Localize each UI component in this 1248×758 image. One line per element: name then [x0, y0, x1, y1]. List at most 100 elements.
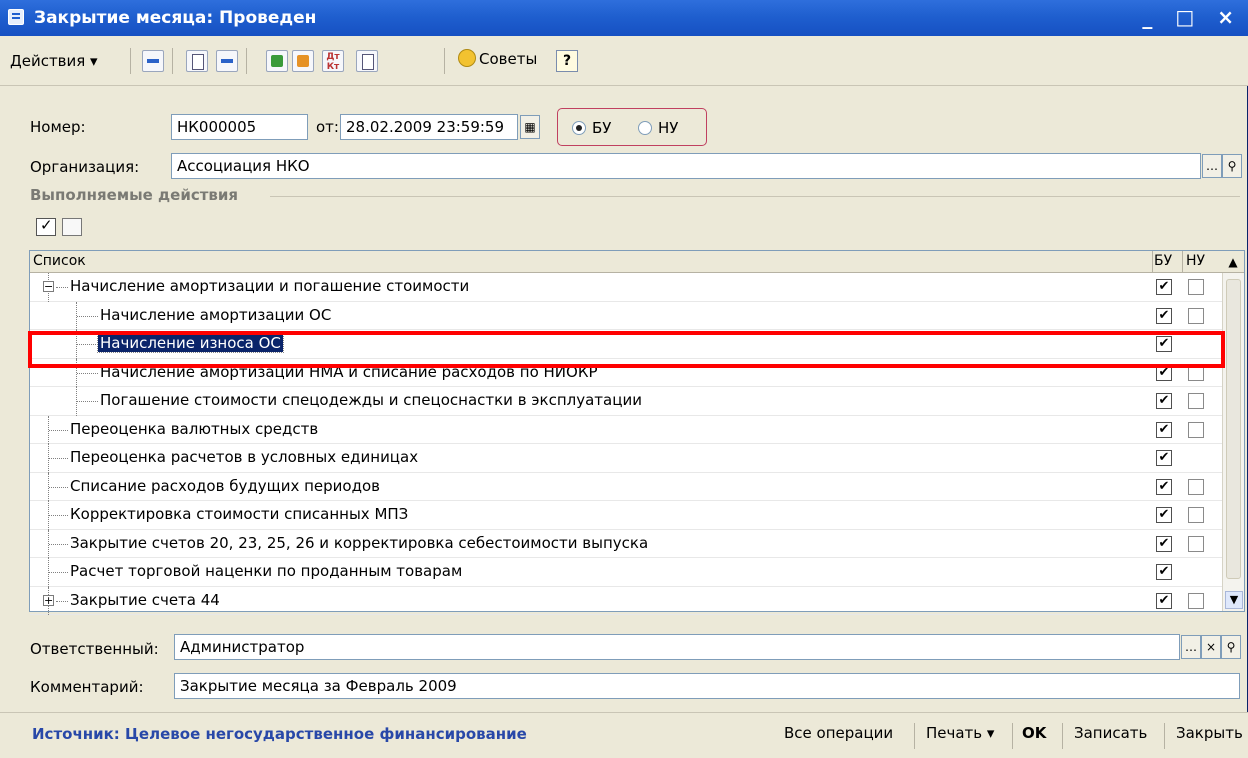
move-icon[interactable] — [216, 50, 238, 72]
all-operations-button[interactable]: Все операции — [784, 724, 893, 742]
bu-checkbox[interactable]: ✔ — [1156, 450, 1172, 466]
select-ellipsis-icon[interactable]: … — [1181, 635, 1201, 659]
nu-checkbox[interactable] — [1188, 535, 1204, 552]
tree-connector — [49, 458, 68, 459]
nu-checkbox[interactable] — [1188, 478, 1204, 495]
bu-checkbox[interactable]: ✔ — [1156, 307, 1172, 324]
column-divider — [1182, 251, 1183, 273]
unpost-icon[interactable] — [292, 50, 314, 72]
print-button[interactable]: Печать ▾ — [926, 724, 994, 742]
scrollbar[interactable]: ▼ — [1222, 273, 1244, 611]
table-row[interactable]: Расчет торговой наценки по проданным тов… — [30, 558, 1222, 587]
table-row[interactable]: + Закрытие счета 44 ✔ — [30, 586, 1222, 615]
accounting-type-group: БУ НУ — [557, 108, 707, 146]
table-row[interactable]: Погашение стоимости спецодежды и спецосн… — [30, 387, 1222, 416]
bu-checkbox[interactable]: ✔ — [1156, 279, 1172, 295]
nu-checkbox[interactable] — [1188, 592, 1204, 609]
table-row[interactable]: Корректировка стоимости списанных МПЗ ✔ — [30, 501, 1222, 530]
nu-checkbox[interactable] — [1188, 393, 1204, 409]
report-icon[interactable] — [356, 50, 378, 72]
bu-checkbox[interactable]: ✔ — [1156, 535, 1172, 552]
scrollbar-thumb[interactable] — [1226, 279, 1241, 579]
tips-label: Советы — [479, 50, 538, 68]
radio-dot-icon — [638, 121, 652, 135]
radio-bu-label: БУ — [592, 119, 612, 137]
tips-button[interactable]: Советы — [458, 49, 537, 68]
section-divider — [270, 196, 1240, 197]
bu-checkbox[interactable]: ✔ — [1156, 393, 1172, 409]
col-list-header[interactable]: Список — [33, 253, 86, 269]
scroll-up-icon[interactable]: ▲ — [1222, 251, 1244, 273]
table-header: Список БУ НУ ▲ — [30, 251, 1244, 273]
nu-checkbox[interactable] — [1188, 507, 1204, 523]
footer-bar: Источник: Целевое негосударственное фина… — [0, 712, 1248, 758]
title-bar[interactable]: Закрытие месяца: Проведен _ □ × — [0, 0, 1248, 36]
save-button[interactable]: Записать — [1074, 724, 1147, 742]
open-search-icon[interactable]: ⚲ — [1221, 635, 1241, 659]
bu-checkbox[interactable]: ✔ — [1156, 564, 1172, 580]
table-row[interactable]: Переоценка расчетов в условных единицах ✔ — [30, 444, 1222, 473]
bu-checkbox[interactable]: ✔ — [1156, 507, 1172, 523]
radio-nu[interactable]: НУ — [638, 119, 678, 137]
date-label: от: — [316, 118, 339, 136]
footer-separator — [1164, 723, 1165, 749]
footer-separator — [1062, 723, 1063, 749]
nu-checkbox[interactable] — [1188, 307, 1204, 324]
clear-icon[interactable]: × — [1201, 635, 1221, 659]
row-label: Начисление амортизации и погашение стоим… — [70, 277, 470, 295]
radio-nu-label: НУ — [658, 119, 679, 137]
tree-connector — [49, 429, 68, 431]
table-row[interactable]: − Начисление амортизации и погашение стои… — [30, 273, 1222, 302]
help-button[interactable]: ? — [556, 50, 578, 72]
row-label: Погашение стоимости спецодежды и спецосн… — [100, 391, 642, 409]
window-controls[interactable]: _ □ × — [1142, 5, 1242, 29]
comment-field[interactable]: Закрытие месяца за Февраль 2009 — [174, 673, 1240, 699]
table-row[interactable]: Переоценка валютных средств ✔ — [30, 415, 1222, 444]
table-row[interactable]: Закрытие счетов 20, 23, 25, 26 и коррект… — [30, 529, 1222, 558]
post-icon[interactable] — [266, 50, 288, 72]
calendar-icon[interactable]: ▦ — [520, 115, 540, 139]
select-ellipsis-icon[interactable]: … — [1202, 154, 1222, 178]
scroll-down-icon[interactable]: ▼ — [1225, 591, 1243, 609]
organization-field[interactable]: Ассоциация НКО — [171, 153, 1201, 179]
footer-separator — [914, 723, 915, 749]
toolbar-separator — [172, 48, 173, 74]
check-all-icon[interactable] — [36, 216, 56, 236]
radio-bu[interactable]: БУ — [572, 119, 611, 137]
tree-connector — [77, 401, 98, 402]
table-row[interactable]: Списание расходов будущих периодов ✔ — [30, 472, 1222, 501]
bu-checkbox[interactable]: ✔ — [1156, 478, 1172, 495]
collapse-icon[interactable]: − — [43, 281, 54, 292]
nu-checkbox[interactable] — [1188, 279, 1204, 295]
tree-connector — [49, 515, 68, 516]
tree-connector — [49, 486, 68, 488]
bu-checkbox[interactable]: ✔ — [1156, 592, 1172, 609]
tree-connector — [77, 372, 98, 374]
table-row[interactable]: Начисление амортизации ОС ✔ — [30, 301, 1222, 330]
refresh-icon[interactable] — [186, 50, 208, 72]
col-nu-header[interactable]: НУ — [1186, 253, 1205, 269]
document-icon — [8, 9, 24, 25]
dt-kt-icon[interactable]: Дт Кт — [322, 50, 344, 72]
date-field[interactable]: 28.02.2009 23:59:59 — [340, 114, 518, 140]
nu-checkbox[interactable] — [1188, 421, 1204, 438]
close-button[interactable]: Закрыть — [1176, 724, 1243, 742]
arrow-left-icon[interactable] — [142, 50, 164, 72]
ok-button[interactable]: OK — [1022, 724, 1046, 742]
bu-checkbox[interactable]: ✔ — [1156, 421, 1172, 438]
actions-menu[interactable]: Действия ▾ — [10, 52, 98, 70]
number-field[interactable]: НК000005 — [171, 114, 308, 140]
tree-connector — [56, 287, 68, 288]
number-label: Номер: — [30, 118, 86, 136]
uncheck-all-icon[interactable] — [62, 218, 82, 236]
col-bu-header[interactable]: БУ — [1154, 253, 1172, 269]
radio-dot-icon — [572, 121, 586, 135]
open-search-icon[interactable]: ⚲ — [1222, 154, 1242, 178]
tree-connector — [77, 315, 98, 317]
expand-icon[interactable]: + — [43, 594, 54, 606]
organization-label: Организация: — [30, 158, 140, 176]
tree-connector — [49, 572, 68, 573]
responsible-field[interactable]: Администратор — [174, 634, 1180, 660]
row-label: Переоценка расчетов в условных единицах — [70, 448, 419, 466]
actions-table: Список БУ НУ ▲ − Начисление амортизации и… — [29, 250, 1245, 615]
